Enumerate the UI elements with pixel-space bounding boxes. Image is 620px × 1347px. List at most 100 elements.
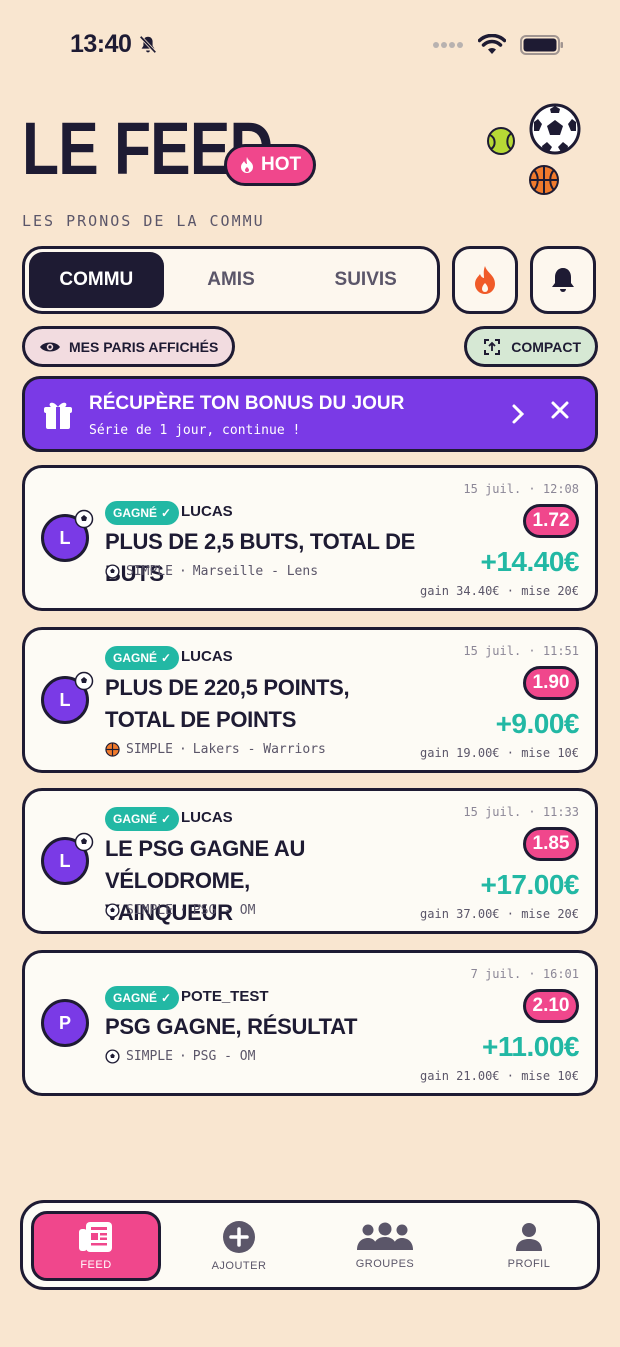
status-time: 13:40 <box>70 30 132 58</box>
soccer-ball-icon <box>74 832 94 852</box>
bet-footer: gain 37.00€ · mise 20€ <box>420 907 579 921</box>
odds-badge: 1.72 <box>523 504 579 538</box>
soccer-ball-icon <box>529 103 581 155</box>
bet-username[interactable]: LUCAS <box>181 503 233 520</box>
separator: · <box>178 1049 187 1064</box>
nav-feed[interactable]: FEED <box>31 1211 161 1281</box>
bet-card[interactable]: L GAGNÉ ✓ LUCAS PLUS DE 2,5 BUTS, TOTAL … <box>22 465 598 611</box>
add-icon <box>223 1221 255 1253</box>
groups-icon <box>357 1222 413 1250</box>
nav-ajouter-label: AJOUTER <box>211 1260 267 1272</box>
bet-gain: +9.00€ <box>495 708 580 739</box>
basketball-icon <box>529 165 559 195</box>
odds-badge: 1.90 <box>523 666 579 700</box>
bet-type: SIMPLE <box>126 903 173 918</box>
avatar-initial: L <box>59 527 71 548</box>
my-bets-label: MES PARIS AFFICHÉS <box>69 338 219 355</box>
avatar-initial: P <box>58 1012 71 1033</box>
chevron-right-icon[interactable] <box>511 403 525 425</box>
bet-gain: +11.00€ <box>482 1031 579 1062</box>
status-badge: GAGNÉ ✓ <box>105 646 180 670</box>
bet-username[interactable]: POTE_TEST <box>181 988 269 1005</box>
avatar: L <box>41 671 94 724</box>
bet-date: 7 juil. · 16:01 <box>470 967 579 981</box>
status-label: GAGNÉ <box>113 651 158 665</box>
notifications-button[interactable] <box>530 246 596 314</box>
odds-badge: 1.85 <box>523 827 579 861</box>
tab-amis[interactable]: AMIS <box>164 252 299 308</box>
bet-card[interactable]: L GAGNÉ ✓ LUCAS PLUS DE 220,5 POINTS, TO… <box>22 627 598 773</box>
bet-type: SIMPLE <box>126 1049 173 1064</box>
hot-badge[interactable]: HOT <box>224 144 317 186</box>
status-badge: GAGNÉ ✓ <box>105 986 180 1010</box>
bell-muted-icon <box>139 35 157 53</box>
basketball-icon <box>105 742 120 757</box>
my-bets-toggle[interactable]: MES PARIS AFFICHÉS <box>22 326 236 367</box>
bet-gain: +14.40€ <box>480 546 580 577</box>
nav-profil-label: PROFIL <box>507 1258 551 1270</box>
soccer-ball-icon <box>74 671 94 691</box>
bet-match: Marseille - Lens <box>192 564 319 579</box>
daily-bonus-banner[interactable]: RÉCUPÈRE TON BONUS DU JOUR Série de 1 jo… <box>22 376 598 452</box>
nav-ajouter[interactable]: AJOUTER <box>179 1211 299 1281</box>
compact-toggle[interactable]: COMPACT <box>464 326 598 367</box>
avatar: P <box>41 999 89 1047</box>
page-subtitle: LES PRONOS DE LA COMMU <box>22 212 265 230</box>
bet-meta: SIMPLE · Marseille - Lens <box>105 564 318 579</box>
profile-icon <box>516 1223 542 1251</box>
bet-date: 15 juil. · 12:08 <box>463 482 579 496</box>
bet-match: Lakers - Warriors <box>192 742 326 757</box>
bet-meta: SIMPLE · PSG - OM <box>105 903 255 918</box>
bet-title: PLUS DE 220,5 POINTS, TOTAL DE POINTS <box>105 675 350 732</box>
feed-tabs: COMMU AMIS SUIVIS <box>22 246 440 314</box>
gift-icon <box>44 402 72 429</box>
bet-card[interactable]: L GAGNÉ ✓ LUCAS LE PSG GAGNE AU VÉLODROM… <box>22 788 598 934</box>
feed-icon <box>79 1222 112 1252</box>
nav-groupes-label: GROUPES <box>355 1258 415 1270</box>
nav-profil[interactable]: PROFIL <box>469 1211 589 1281</box>
bet-username[interactable]: LUCAS <box>181 648 233 665</box>
compact-icon <box>484 338 501 355</box>
avatar: L <box>41 509 94 562</box>
nav-feed-label: FEED <box>80 1259 112 1271</box>
close-icon[interactable] <box>549 399 571 421</box>
bet-title: PLUS DE 2,5 BUTS, TOTAL DE BUTS <box>105 529 416 586</box>
avatar-initial: L <box>59 850 71 871</box>
bet-footer: gain 19.00€ · mise 10€ <box>420 746 579 760</box>
tab-suivis[interactable]: SUIVIS <box>298 252 433 308</box>
status-badge: GAGNÉ ✓ <box>105 807 180 831</box>
tab-commu[interactable]: COMMU <box>29 252 164 308</box>
bell-icon <box>552 268 574 292</box>
status-bar: 13:40 <box>0 0 620 90</box>
separator: · <box>178 903 187 918</box>
bonus-subtitle: Série de 1 jour, continue ! <box>89 423 301 438</box>
signal-icon <box>433 42 463 48</box>
wifi-icon <box>478 34 506 54</box>
status-label: GAGNÉ <box>113 506 158 520</box>
soccer-ball-icon <box>105 903 120 918</box>
eye-icon <box>40 342 60 351</box>
separator: · <box>178 742 187 757</box>
nav-groupes[interactable]: GROUPES <box>325 1211 445 1281</box>
bet-type: SIMPLE <box>126 564 173 579</box>
compact-label: COMPACT <box>511 338 581 355</box>
check-icon: ✓ <box>161 812 172 826</box>
avatar: L <box>41 832 94 885</box>
trending-button[interactable] <box>452 246 518 314</box>
bet-title: PSG GAGNE, RÉSULTAT <box>105 1014 358 1039</box>
check-icon: ✓ <box>161 506 172 520</box>
bet-match: PSG - OM <box>192 1049 256 1064</box>
sport-balls-decoration <box>486 102 596 202</box>
soccer-ball-icon <box>105 1049 120 1064</box>
check-icon: ✓ <box>161 651 172 665</box>
hot-label: HOT <box>261 154 302 175</box>
bet-username[interactable]: LUCAS <box>181 809 233 826</box>
battery-icon <box>520 35 563 55</box>
bet-gain: +17.00€ <box>480 869 580 900</box>
bet-date: 15 juil. · 11:33 <box>463 805 579 819</box>
odds-badge: 2.10 <box>523 989 579 1023</box>
soccer-ball-icon <box>105 564 120 579</box>
bottom-nav: FEED AJOUTER GROUPES PROFIL <box>20 1200 600 1290</box>
check-icon: ✓ <box>161 991 172 1005</box>
bet-card[interactable]: P GAGNÉ ✓ POTE_TEST PSG GAGNE, RÉSULTAT … <box>22 950 598 1096</box>
